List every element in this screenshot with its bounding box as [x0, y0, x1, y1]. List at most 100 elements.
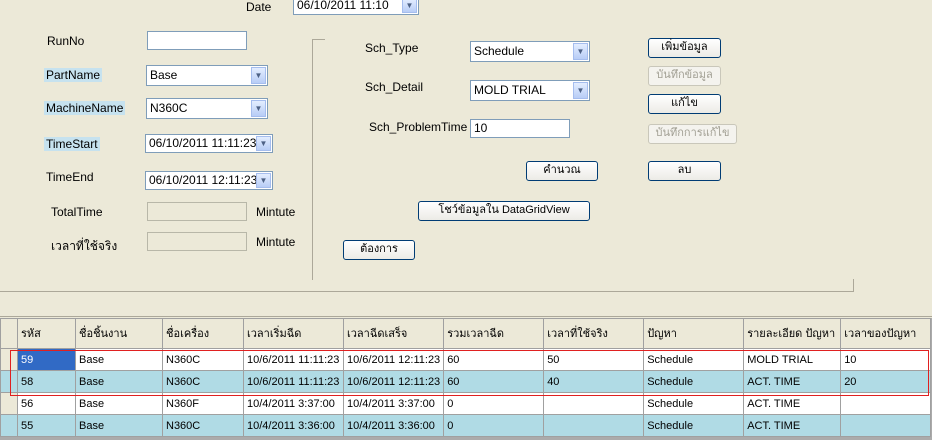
- table-cell[interactable]: 10/6/2011 12:11:23: [342, 348, 445, 371]
- table-cell[interactable]: 10/6/2011 11:11:23: [243, 370, 344, 393]
- timeend-label: TimeEnd: [46, 170, 94, 184]
- row-header[interactable]: [0, 348, 18, 371]
- table-cell[interactable]: MOLD TRIAL: [743, 348, 842, 371]
- table-cell[interactable]: 10/4/2011 3:36:00: [243, 414, 344, 437]
- timestart-label: TimeStart: [44, 137, 100, 151]
- panel-divider: [0, 279, 854, 292]
- table-cell[interactable]: Schedule: [643, 370, 745, 393]
- table-cell[interactable]: 10/6/2011 12:11:23: [342, 370, 445, 393]
- table-cell[interactable]: ACT. TIME: [743, 392, 842, 415]
- table-cell[interactable]: Base: [75, 348, 163, 371]
- realtime-unit: Mintute: [256, 235, 296, 249]
- table-cell[interactable]: [840, 414, 932, 437]
- data-grid[interactable]: รหัส ชื่อชิ้นงาน ชื่อเครื่อง เวลาเริ่มฉี…: [0, 318, 932, 440]
- table-cell[interactable]: 10/6/2011 11:11:23: [243, 348, 344, 371]
- edit-button[interactable]: แก้ไข: [648, 94, 721, 114]
- table-cell[interactable]: N360C: [162, 370, 244, 393]
- sch-problemtime-input[interactable]: 10: [470, 119, 570, 138]
- delete-button[interactable]: ลบ: [648, 161, 721, 181]
- row-header[interactable]: [0, 370, 18, 393]
- table-cell[interactable]: 60: [443, 370, 545, 393]
- timestart-picker[interactable]: 06/10/2011 11:11:23 ▼: [145, 134, 273, 153]
- table-cell[interactable]: 60: [443, 348, 545, 371]
- table-cell[interactable]: 40: [543, 370, 645, 393]
- column-header[interactable]: รายละเอียด ปัญหา: [743, 318, 842, 349]
- table-cell[interactable]: Base: [75, 414, 163, 437]
- sch-type-value: Schedule: [474, 44, 525, 58]
- table-cell[interactable]: 0: [443, 392, 545, 415]
- runno-input[interactable]: [147, 31, 247, 50]
- realtime-field: [147, 232, 247, 251]
- row-header[interactable]: [0, 414, 18, 437]
- column-header[interactable]: เวลาของปัญหา: [840, 318, 932, 349]
- table-cell[interactable]: 58: [17, 370, 76, 393]
- table-cell[interactable]: Schedule: [643, 392, 745, 415]
- chevron-down-icon[interactable]: ▼: [256, 173, 271, 188]
- chevron-down-icon[interactable]: ▼: [256, 136, 271, 151]
- chevron-down-icon[interactable]: ▼: [402, 0, 417, 13]
- table-cell[interactable]: ACT. TIME: [743, 370, 842, 393]
- realtime-label: เวลาที่ใช้จริง: [51, 239, 118, 253]
- table-cell[interactable]: 20: [840, 370, 932, 393]
- grid-header-row: รหัส ชื่อชิ้นงาน ชื่อเครื่อง เวลาเริ่มฉี…: [0, 318, 932, 349]
- group-divider: [312, 39, 325, 280]
- column-header[interactable]: เวลาฉีดเสร็จ: [342, 318, 445, 349]
- totaltime-label: TotalTime: [51, 205, 103, 219]
- column-header[interactable]: ชื่อชิ้นงาน: [75, 318, 163, 349]
- save-edit-button[interactable]: บันทึกการแก้ไข: [648, 124, 737, 144]
- table-cell[interactable]: 56: [17, 392, 76, 415]
- save-button[interactable]: บันทึกข้อมูล: [648, 66, 721, 86]
- timestart-value: 06/10/2011 11:11:23: [149, 136, 257, 150]
- sch-type-label: Sch_Type: [365, 41, 419, 55]
- table-cell[interactable]: N360C: [162, 348, 244, 371]
- calculate-button[interactable]: คำนวณ: [526, 161, 598, 181]
- table-cell[interactable]: 10/4/2011 3:36:00: [342, 414, 445, 437]
- table-cell[interactable]: [840, 392, 932, 415]
- column-header[interactable]: รหัส: [17, 318, 76, 349]
- table-cell[interactable]: ACT. TIME: [743, 414, 842, 437]
- table-cell[interactable]: N360F: [162, 392, 244, 415]
- sch-type-select[interactable]: Schedule ▼: [470, 41, 590, 62]
- table-cell[interactable]: 55: [17, 414, 76, 437]
- table-row[interactable]: 56 Base N360F 10/4/2011 3:37:00 10/4/201…: [0, 392, 932, 415]
- date-picker[interactable]: 06/10/2011 11:10 ▼: [293, 0, 419, 15]
- table-row[interactable]: 55 Base N360C 10/4/2011 3:36:00 10/4/201…: [0, 414, 932, 437]
- chevron-down-icon[interactable]: ▼: [251, 100, 266, 117]
- chevron-down-icon[interactable]: ▼: [573, 43, 588, 60]
- table-cell[interactable]: 0: [443, 414, 545, 437]
- partname-label: PartName: [44, 68, 103, 82]
- table-cell[interactable]: Base: [75, 370, 163, 393]
- column-header[interactable]: เวลาที่ใช้จริง: [543, 318, 645, 349]
- grid-top-divider: [0, 316, 932, 317]
- table-cell[interactable]: Schedule: [643, 414, 745, 437]
- row-header[interactable]: [0, 392, 18, 415]
- table-cell[interactable]: 10/4/2011 3:37:00: [243, 392, 344, 415]
- column-header[interactable]: ชื่อเครื่อง: [162, 318, 244, 349]
- table-cell[interactable]: 50: [543, 348, 645, 371]
- add-button[interactable]: เพิ่มข้อมูล: [648, 38, 721, 58]
- table-row[interactable]: 59 Base N360C 10/6/2011 11:11:23 10/6/20…: [0, 348, 932, 371]
- partname-select[interactable]: Base ▼: [146, 65, 268, 86]
- table-cell[interactable]: 59: [17, 348, 76, 371]
- table-cell[interactable]: Base: [75, 392, 163, 415]
- table-row[interactable]: 58 Base N360C 10/6/2011 11:11:23 10/6/20…: [0, 370, 932, 393]
- table-cell[interactable]: N360C: [162, 414, 244, 437]
- chevron-down-icon[interactable]: ▼: [251, 67, 266, 84]
- table-cell[interactable]: [543, 392, 645, 415]
- want-button[interactable]: ต้องการ: [343, 240, 415, 260]
- table-cell[interactable]: Schedule: [643, 348, 745, 371]
- chevron-down-icon[interactable]: ▼: [573, 82, 588, 99]
- machinename-value: N360C: [150, 101, 188, 115]
- date-label: Date: [246, 0, 272, 14]
- runno-label: RunNo: [47, 34, 85, 48]
- show-grid-button[interactable]: โชว์ข้อมูลใน DataGridView: [418, 201, 590, 221]
- sch-detail-select[interactable]: MOLD TRIAL ▼: [470, 80, 590, 101]
- table-cell[interactable]: 10: [840, 348, 932, 371]
- column-header[interactable]: เวลาเริ่มฉีด: [243, 318, 344, 349]
- column-header[interactable]: รวมเวลาฉีด: [443, 318, 545, 349]
- column-header[interactable]: ปัญหา: [643, 318, 745, 349]
- timeend-picker[interactable]: 06/10/2011 12:11:23 ▼: [145, 171, 273, 190]
- table-cell[interactable]: [543, 414, 645, 437]
- machinename-select[interactable]: N360C ▼: [146, 98, 268, 119]
- table-cell[interactable]: 10/4/2011 3:37:00: [342, 392, 445, 415]
